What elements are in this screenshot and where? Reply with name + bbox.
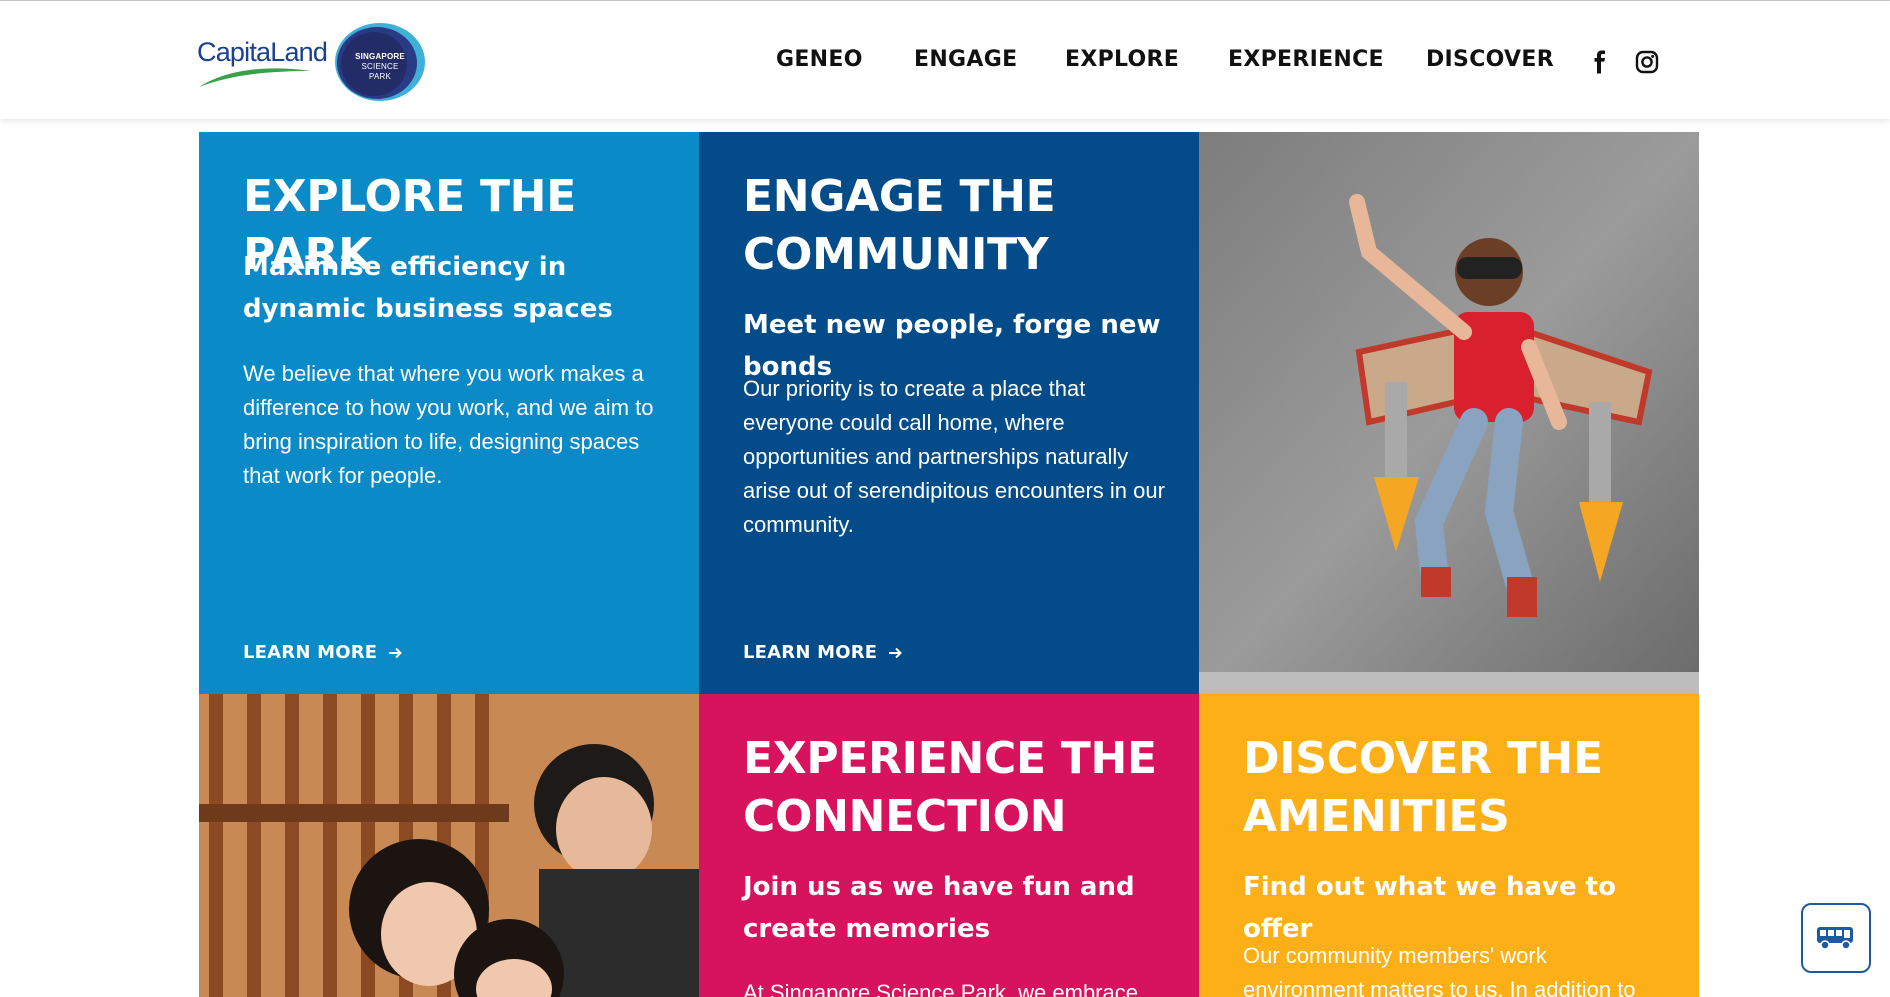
arrow-right-icon	[389, 647, 403, 658]
tile-body: Our priority is to create a place that e…	[743, 376, 1165, 537]
tile-body: At Singapore Science Park, we embrace th…	[743, 980, 1138, 997]
tile-title: ENGAGE THE COMMUNITY	[743, 171, 1056, 280]
nav-item-engage[interactable]: ENGAGE	[914, 47, 1017, 72]
friends-laughing-photo	[199, 694, 699, 997]
feature-grid: EXPLORE THE PARK Maximise efficiency in …	[199, 132, 1699, 997]
capitaland-swoosh-icon	[199, 68, 311, 87]
tile-body: We believe that where you work makes a d…	[243, 361, 654, 488]
tile-title: EXPERIENCE THE CONNECTION	[743, 733, 1157, 842]
capitaland-logo[interactable]: CapitaLand	[197, 31, 328, 89]
tile-subtitle: Maximise efficiency in dynamic business …	[243, 252, 613, 324]
learn-more-link[interactable]: LEARN MORE	[743, 642, 903, 663]
nav-item-discover[interactable]: DISCOVER	[1426, 47, 1554, 72]
facebook-icon[interactable]	[1588, 50, 1612, 74]
bus-icon	[1817, 927, 1853, 950]
learn-more-link[interactable]: LEARN MORE	[243, 642, 403, 663]
site-header: CapitaLand SINGAPORE SCIENCE PARK GENEO …	[0, 1, 1890, 119]
arrow-right-icon	[889, 647, 903, 658]
shuttle-bus-button[interactable]	[1801, 903, 1871, 973]
learn-more-label: LEARN MORE	[743, 642, 878, 663]
singapore-science-park-logo[interactable]: SINGAPORE SCIENCE PARK	[334, 22, 426, 102]
tile-title: DISCOVER THE AMENITIES	[1243, 733, 1603, 842]
nav-item-geneo[interactable]: GENEO	[776, 47, 863, 72]
tile-body: Our community members' work environment …	[1243, 943, 1636, 997]
tile-engage-the-community: ENGAGE THE COMMUNITY Meet new people, fo…	[699, 132, 1199, 694]
tile-subtitle: Join us as we have fun and create memori…	[743, 872, 1135, 944]
kid-with-cardboard-jetpack-photo	[1199, 132, 1699, 694]
instagram-icon[interactable]	[1635, 50, 1659, 74]
nav-item-experience[interactable]: EXPERIENCE	[1228, 47, 1384, 72]
nav-item-explore[interactable]: EXPLORE	[1065, 47, 1179, 72]
tile-discover-the-amenities: DISCOVER THE AMENITIES Find out what we …	[1199, 694, 1699, 997]
tile-subtitle: Find out what we have to offer	[1243, 872, 1616, 944]
tile-explore-the-park: EXPLORE THE PARK Maximise efficiency in …	[199, 132, 699, 694]
tile-experience-the-connection: EXPERIENCE THE CONNECTION Join us as we …	[699, 694, 1199, 997]
learn-more-label: LEARN MORE	[243, 642, 378, 663]
ssp-wordmark: SINGAPORE SCIENCE PARK	[355, 52, 405, 81]
